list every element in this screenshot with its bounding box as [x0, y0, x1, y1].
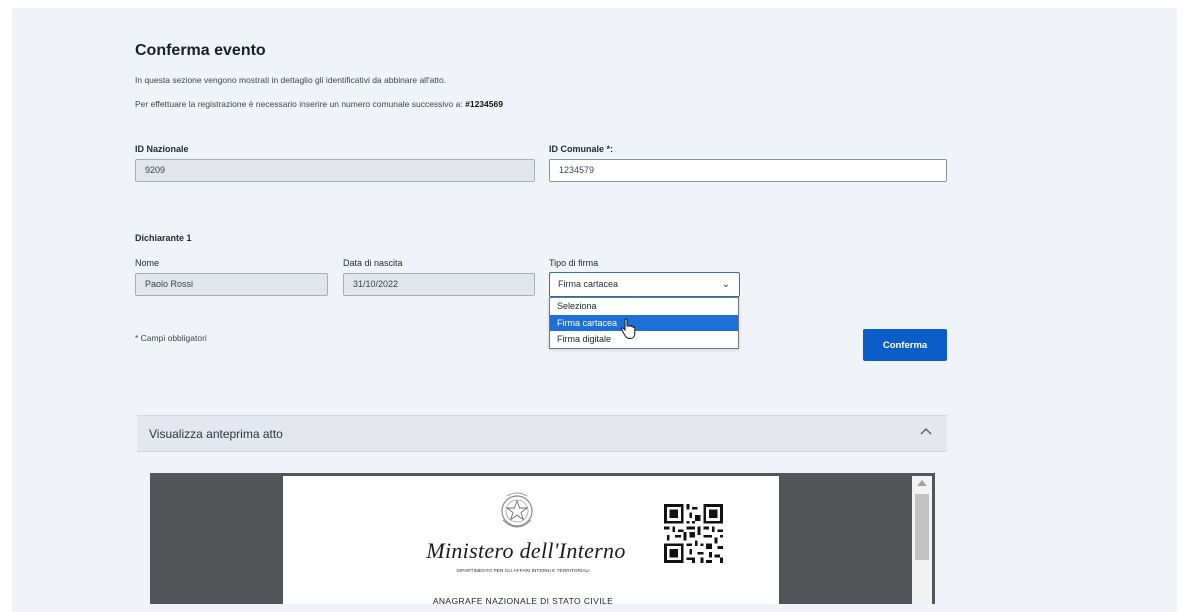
birthdate-label: Data di nascita	[343, 258, 403, 268]
preview-scrollbar[interactable]	[912, 476, 932, 604]
page-title: Conferma evento	[135, 42, 266, 59]
hand-cursor-icon	[620, 318, 636, 340]
preview-accordion-header[interactable]: Visualizza anteprima atto	[137, 415, 947, 452]
signature-type-select[interactable]: Firma cartacea ⌄	[549, 272, 740, 297]
required-fields-note: * Campi obbligatori	[135, 333, 207, 343]
registration-instructions: Per effettuare la registrazione è necess…	[135, 99, 503, 109]
document-page: Ministero dell'Interno DIPARTIMENTO PER …	[283, 476, 779, 606]
italian-republic-emblem-icon	[501, 492, 533, 528]
ministry-name: Ministero dell'Interno	[426, 538, 626, 563]
confirm-button[interactable]: Conferma	[863, 329, 947, 361]
chevron-up-icon[interactable]	[919, 424, 933, 438]
option-firma-cartacea[interactable]: Firma cartacea	[550, 314, 738, 331]
name-field: Paolo Rossi	[135, 273, 328, 296]
name-label: Nome	[135, 258, 160, 268]
qr-code-icon	[664, 504, 723, 563]
scrollbar-thumb[interactable]	[915, 494, 929, 560]
next-number: #1234569	[465, 99, 503, 109]
signature-type-dropdown: Seleziona Firma cartacea Firma digitale	[549, 297, 739, 349]
preview-accordion-title: Visualizza anteprima atto	[149, 427, 283, 441]
scroll-up-icon[interactable]	[917, 480, 927, 486]
municipal-id-input[interactable]: 1234579	[549, 159, 947, 182]
national-id-label: ID Nazionale	[135, 144, 189, 154]
section-description: In questa sezione vengono mostrati in de…	[135, 75, 447, 85]
declarant-section-title: Dichiarante 1	[135, 233, 192, 243]
option-seleziona[interactable]: Seleziona	[550, 298, 738, 315]
chevron-down-icon: ⌄	[721, 279, 730, 290]
signature-selected-value: Firma cartacea	[558, 279, 619, 289]
department-name: DIPARTIMENTO PER GLI AFFARI INTERNI E TE…	[456, 569, 590, 574]
birthdate-field: 31/10/2022	[343, 273, 535, 296]
municipal-id-label: ID Comunale *:	[549, 144, 614, 154]
signature-type-label: Tipo di firma	[549, 258, 599, 268]
registry-title: ANAGRAFE NAZIONALE DI STATO CIVILE	[432, 596, 614, 606]
instructions-text: Per effettuare la registrazione è necess…	[135, 99, 466, 109]
option-firma-digitale[interactable]: Firma digitale	[550, 331, 738, 348]
national-id-field: 9209	[135, 159, 535, 182]
